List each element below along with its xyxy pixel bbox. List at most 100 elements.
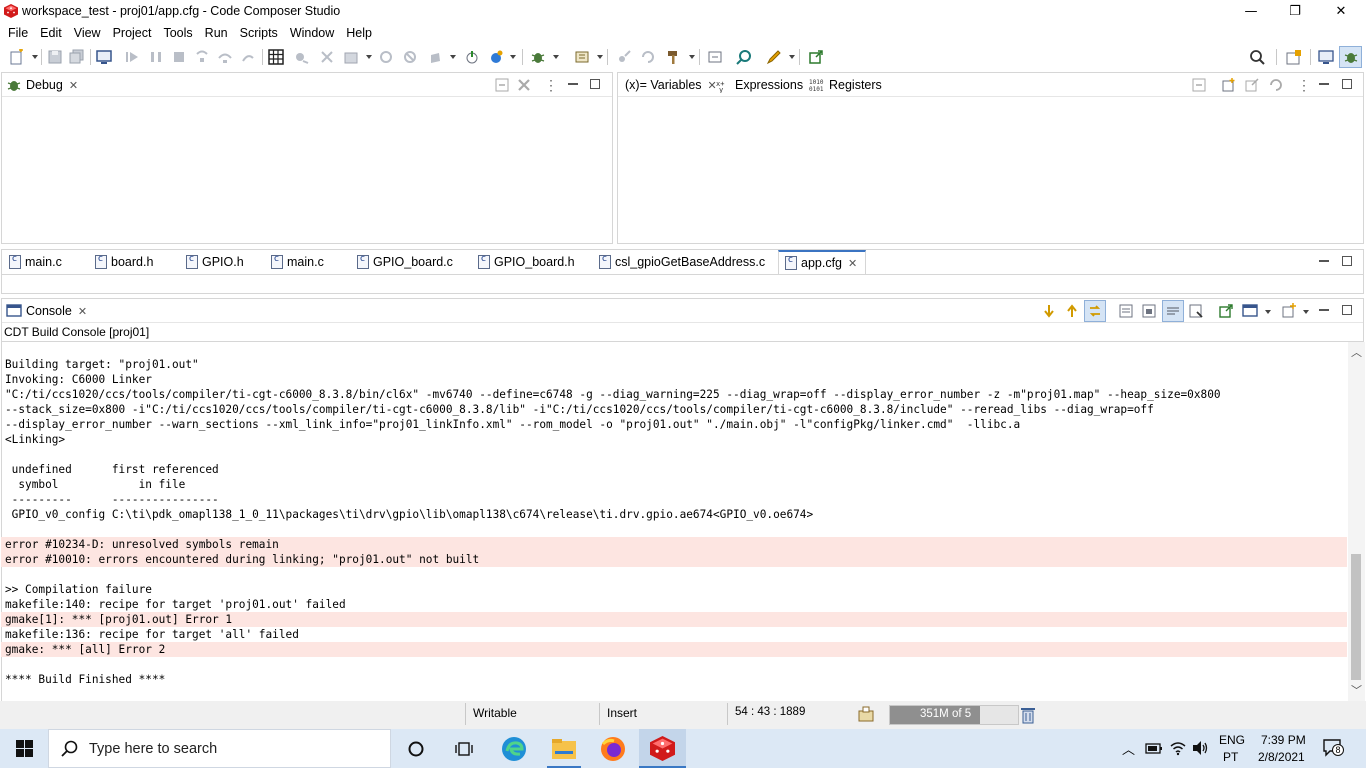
maximize-view-icon[interactable]	[1342, 256, 1352, 266]
menu-scripts[interactable]: Scripts	[234, 26, 284, 40]
word-wrap-button[interactable]	[1162, 300, 1184, 322]
open-perspective-icon[interactable]	[1286, 49, 1302, 65]
new-icon[interactable]	[8, 49, 24, 65]
open-perspective-icon[interactable]	[96, 49, 112, 65]
maximize-view-icon[interactable]	[1342, 305, 1352, 315]
refresh-icon[interactable]	[1268, 77, 1284, 93]
step-return-icon[interactable]	[240, 49, 256, 65]
windows-start-icon[interactable]	[16, 740, 33, 757]
editor-tab[interactable]: GPIO.h	[186, 250, 244, 274]
menu-view[interactable]: View	[68, 26, 107, 40]
cortana-icon[interactable]	[407, 740, 425, 758]
close-icon[interactable]: ✕	[69, 79, 78, 92]
collapse-all-icon[interactable]	[494, 77, 510, 93]
close-icon[interactable]: ✕	[848, 257, 857, 270]
wifi-icon[interactable]	[1169, 740, 1187, 756]
pencil-icon[interactable]	[766, 49, 782, 65]
minimize-view-icon[interactable]	[1319, 309, 1329, 311]
maximize-view-icon[interactable]	[590, 79, 600, 89]
hand-icon[interactable]	[427, 49, 443, 65]
debug-perspective-button[interactable]	[1339, 46, 1362, 68]
tab-debug[interactable]: Debug ✕	[6, 73, 78, 97]
restart-icon[interactable]	[378, 49, 394, 65]
debug-bug-icon[interactable]	[530, 49, 546, 65]
external-tools-icon[interactable]	[616, 49, 632, 65]
toggle-breakpoint-icon[interactable]	[294, 49, 310, 65]
reset-icon[interactable]	[402, 49, 418, 65]
close-window-button[interactable]: ✕	[1318, 0, 1364, 22]
save-all-icon[interactable]	[69, 49, 85, 65]
menu-run[interactable]: Run	[199, 26, 234, 40]
tcf-icon[interactable]	[488, 49, 504, 65]
open-console-icon[interactable]	[1218, 303, 1234, 319]
restore-button[interactable]: ❐	[1272, 0, 1318, 22]
chevron-down-icon[interactable]	[597, 55, 603, 59]
minimize-view-icon[interactable]	[568, 83, 578, 85]
tab-console[interactable]: Console ✕	[6, 299, 87, 323]
menu-project[interactable]: Project	[107, 26, 158, 40]
chevron-up-icon[interactable]: ︿	[1122, 739, 1135, 758]
editor-tab[interactable]: main.c	[9, 250, 62, 274]
battery-icon[interactable]	[1145, 741, 1163, 755]
view-menu-icon[interactable]: ⋮	[544, 77, 560, 93]
chevron-down-icon[interactable]	[32, 55, 38, 59]
tab-registers[interactable]: 1010 0101 Registers	[809, 73, 882, 97]
taskbar-search-box[interactable]: Type here to search	[48, 729, 391, 768]
export-icon[interactable]	[1244, 77, 1260, 93]
volume-icon[interactable]	[1191, 740, 1209, 756]
console-scrollbar[interactable]: ︿ ﹀	[1348, 342, 1365, 702]
open-external-icon[interactable]	[808, 49, 824, 65]
view-menu-icon[interactable]: ⋮	[1297, 77, 1313, 93]
minimize-button[interactable]: —	[1228, 0, 1274, 22]
ccs-taskbar-button[interactable]	[639, 729, 686, 768]
editor-tab[interactable]: main.c	[271, 250, 324, 274]
clear-console-icon[interactable]	[1118, 303, 1134, 319]
language-indicator-line1[interactable]: ENG	[1219, 733, 1245, 747]
menu-edit[interactable]: Edit	[34, 26, 68, 40]
hammer-icon[interactable]	[666, 49, 682, 65]
close-icon[interactable]: ✕	[78, 305, 87, 318]
suspend-icon[interactable]	[148, 49, 164, 65]
search-plugin-icon[interactable]	[736, 49, 752, 65]
menu-help[interactable]: Help	[340, 26, 378, 40]
task-view-icon[interactable]	[454, 740, 474, 758]
minimize-view-icon[interactable]	[1319, 260, 1329, 262]
memory-browser-icon[interactable]	[268, 49, 284, 65]
clock-time[interactable]: 7:39 PM	[1261, 733, 1306, 747]
step-over-icon[interactable]	[217, 49, 233, 65]
menu-tools[interactable]: Tools	[157, 26, 198, 40]
trash-icon[interactable]	[1020, 706, 1036, 724]
menu-window[interactable]: Window	[284, 26, 340, 40]
new-console-icon[interactable]	[1281, 303, 1297, 319]
scroll-lock-icon[interactable]	[1141, 303, 1157, 319]
task-icon[interactable]	[858, 706, 876, 722]
firefox-icon[interactable]	[600, 736, 626, 762]
chevron-down-icon[interactable]	[366, 55, 372, 59]
maximize-view-icon[interactable]	[1342, 79, 1352, 89]
save-icon[interactable]	[47, 49, 63, 65]
language-indicator-line2[interactable]: PT	[1223, 750, 1238, 764]
file-explorer-icon[interactable]	[551, 738, 577, 760]
tab-expressions[interactable]: x+ y Expressions	[715, 73, 803, 97]
chevron-down-icon[interactable]	[689, 55, 695, 59]
tab-variables[interactable]: (x)= Variables ✕	[621, 73, 717, 97]
display-console-icon[interactable]	[1242, 303, 1258, 319]
clock-date[interactable]: 2/8/2021	[1258, 750, 1305, 764]
search-icon[interactable]	[1249, 49, 1265, 65]
editor-tab[interactable]: board.h	[95, 250, 153, 274]
terminate-icon[interactable]	[171, 49, 187, 65]
breakpoint-tools-icon[interactable]	[319, 49, 335, 65]
load-program-icon[interactable]	[343, 49, 359, 65]
edge-icon[interactable]	[501, 736, 527, 762]
notification-center[interactable]: 8	[1323, 739, 1344, 757]
connect-icon[interactable]	[464, 49, 480, 65]
scroll-down-icon[interactable]: ﹀	[1351, 682, 1362, 698]
step-into-icon[interactable]	[194, 49, 210, 65]
arrow-up-icon[interactable]	[1064, 303, 1080, 319]
link-with-editor-button[interactable]	[1084, 300, 1106, 322]
arrow-down-icon[interactable]	[1041, 303, 1057, 319]
chevron-down-icon[interactable]	[553, 55, 559, 59]
scrollbar-thumb[interactable]	[1351, 554, 1361, 680]
new-expression-icon[interactable]	[1221, 77, 1237, 93]
collapse-all-icon[interactable]	[1191, 77, 1207, 93]
